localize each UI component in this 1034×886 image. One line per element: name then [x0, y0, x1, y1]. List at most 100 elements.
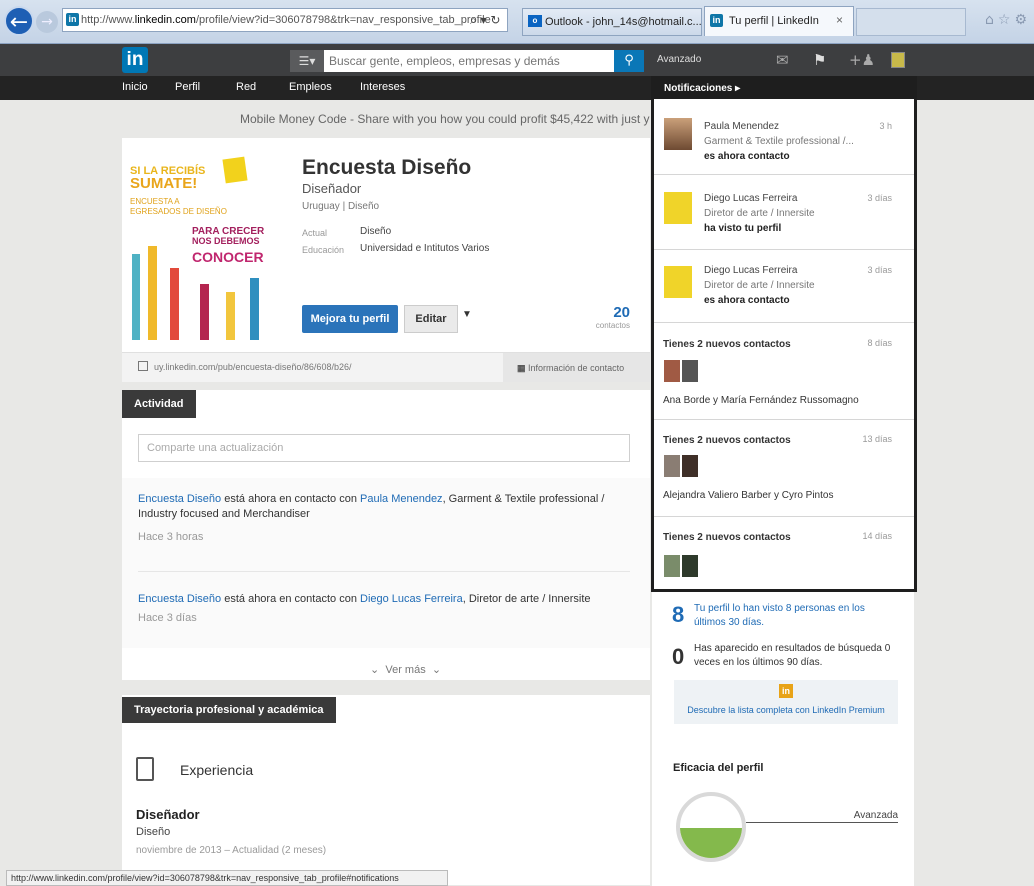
notification-name[interactable]: Paula Menendez	[704, 121, 779, 132]
activity-tab[interactable]: Actividad	[122, 390, 196, 418]
chevron-down-icon[interactable]: ▼	[462, 309, 472, 320]
feed-item-time: Hace 3 días	[138, 612, 197, 624]
avatar[interactable]	[664, 555, 680, 577]
notification-action: es ahora contacto	[704, 151, 790, 162]
avatar[interactable]	[682, 555, 698, 577]
account-avatar[interactable]	[891, 52, 905, 68]
url-prefix: http://www.	[81, 14, 135, 26]
avatar[interactable]	[664, 360, 680, 382]
avatar[interactable]	[664, 266, 692, 298]
back-button[interactable]: ←	[4, 6, 34, 36]
profile-views-count[interactable]: 8	[672, 602, 684, 628]
poster-line4: EGRESADOS DE DISEÑO	[130, 207, 227, 216]
profile-location[interactable]: Uruguay | Diseño	[302, 201, 379, 212]
connections-count[interactable]: 20	[590, 304, 630, 321]
notification-time: 3 días	[867, 265, 892, 275]
chevron-down-icon: ⌄	[431, 664, 442, 676]
notification-subtitle: Diretor de arte / Innersite	[704, 280, 815, 291]
notification-group[interactable]	[654, 518, 914, 589]
public-profile-url[interactable]: uy.linkedin.com/pub/encuesta-diseño/86/6…	[154, 362, 351, 372]
feed-target-link[interactable]: Diego Lucas Ferreira	[360, 593, 463, 605]
close-tab-icon[interactable]: ×	[836, 13, 843, 27]
browser-icons[interactable]: ⌂☆⚙	[985, 12, 1031, 28]
notification-name[interactable]: Diego Lucas Ferreira	[704, 193, 797, 204]
address-book-icon: ▦	[517, 363, 526, 373]
job-title: Diseñador	[136, 807, 200, 822]
edit-button[interactable]: Editar	[404, 305, 458, 333]
search-button[interactable]: ⚲	[614, 50, 644, 72]
linkedin-premium-icon: in	[779, 684, 793, 698]
experience-heading: Experiencia	[180, 762, 254, 778]
chevron-down-icon: ⌄	[370, 664, 380, 676]
tab-linkedin[interactable]: Tu perfil | LinkedIn	[704, 6, 854, 36]
notifications-flag-icon[interactable]: ⚑	[813, 51, 826, 69]
efficacy-level: Avanzada	[853, 810, 898, 821]
job-company[interactable]: Diseño	[136, 826, 170, 838]
notification-group-people[interactable]: Alejandra Valiero Barber y Cyro Pintos	[663, 490, 833, 501]
tab-outlook[interactable]: Outlook - john_14s@hotmail.c...	[522, 8, 702, 36]
poster-line2: SUMATE!	[130, 175, 197, 192]
address-tools[interactable]: ⌕ ▾ ↻	[470, 8, 522, 32]
ad-banner[interactable]: Mobile Money Code - Share with you how y…	[240, 112, 650, 126]
linkedin-logo[interactable]: in	[122, 47, 148, 73]
current-value[interactable]: Diseño	[360, 226, 391, 237]
address-bar[interactable]: http://www.linkedin.com/profile/view?id=…	[62, 8, 508, 32]
favorites-star-icon[interactable]: ☆	[998, 12, 1015, 28]
avatar[interactable]	[664, 192, 692, 224]
profile-views-text[interactable]: Tu perfil lo han visto 8 personas en los…	[694, 602, 894, 630]
contact-info-button[interactable]: ▦ Información de contacto	[503, 352, 650, 382]
new-tab-button[interactable]	[856, 8, 966, 36]
public-profile-icon	[138, 361, 148, 371]
career-tab[interactable]: Trayectoria profesional y académica	[122, 697, 336, 723]
poster-line7: CONOCER	[192, 249, 264, 265]
messages-icon[interactable]: ✉	[776, 51, 789, 69]
linkedin-favicon-icon: in	[710, 14, 723, 27]
notification-time: 3 h	[879, 121, 892, 131]
career-card	[122, 695, 650, 885]
profile-name: Encuesta Diseño	[302, 156, 472, 179]
avatar[interactable]	[664, 455, 680, 477]
forward-button[interactable]: →	[36, 11, 58, 33]
feed-rest: , Diretor de arte / Innersite	[462, 593, 591, 605]
nav-network[interactable]: Red	[236, 81, 256, 93]
feed-actor-link[interactable]: Encuesta Diseño	[138, 593, 221, 605]
avatar[interactable]	[682, 455, 698, 477]
settings-gear-icon[interactable]: ⚙	[1014, 12, 1031, 28]
nav-interests[interactable]: Intereses	[360, 81, 405, 93]
notification-name[interactable]: Diego Lucas Ferreira	[704, 265, 797, 276]
see-more-button[interactable]: ⌄ Ver más ⌄	[370, 663, 441, 676]
nav-jobs[interactable]: Empleos	[289, 81, 332, 93]
search-input[interactable]	[324, 50, 614, 72]
job-dates: noviembre de 2013 – Actualidad (2 meses)	[136, 845, 327, 856]
advanced-search-link[interactable]: Avanzado	[657, 54, 701, 65]
avatar[interactable]	[664, 118, 692, 150]
notification-action: es ahora contacto	[704, 295, 790, 306]
browser-status-bar: http://www.linkedin.com/profile/view?id=…	[6, 870, 448, 886]
see-more-label: Ver más	[385, 664, 426, 676]
education-value[interactable]: Universidad e Intitutos Varios	[360, 243, 489, 254]
nav-home[interactable]: Inicio	[122, 81, 148, 93]
avatar[interactable]	[682, 360, 698, 382]
notification-group-people[interactable]: Ana Borde y María Fernández Russomagno	[663, 395, 859, 406]
notification-group-title: Tienes 2 nuevos contactos	[663, 435, 791, 446]
notification-time: 3 días	[867, 193, 892, 203]
feed-target-link[interactable]: Paula Menendez	[360, 493, 443, 505]
nav-profile[interactable]: Perfil	[175, 81, 200, 93]
notification-group-title: Tienes 2 nuevos contactos	[663, 339, 791, 350]
home-icon[interactable]: ⌂	[985, 12, 998, 28]
contact-info-label: Información de contacto	[528, 363, 625, 373]
efficacy-gauge[interactable]	[676, 792, 746, 862]
feed-actor-link[interactable]: Encuesta Diseño	[138, 493, 221, 505]
notifications-header[interactable]: Notificaciones ▸	[654, 79, 914, 99]
linkedin-favicon-icon: in	[66, 13, 79, 26]
add-connections-icon[interactable]: +♟	[849, 51, 875, 69]
search-filter-dropdown[interactable]: ☰▾	[290, 50, 324, 72]
profile-photo[interactable]: SI LA RECIBÍS SUMATE! ENCUESTA A EGRESAD…	[122, 152, 282, 340]
improve-profile-button[interactable]: Mejora tu perfil	[302, 305, 398, 333]
feed-verb: está ahora en contacto con	[221, 593, 360, 605]
premium-link[interactable]: Descubre la lista completa con LinkedIn …	[674, 705, 898, 715]
notification-group-title: Tienes 2 nuevos contactos	[663, 532, 791, 543]
current-label: Actual	[302, 228, 328, 238]
share-update-input[interactable]: Comparte una actualización	[138, 434, 630, 462]
notification-subtitle: Diretor de arte / Innersite	[704, 208, 815, 219]
